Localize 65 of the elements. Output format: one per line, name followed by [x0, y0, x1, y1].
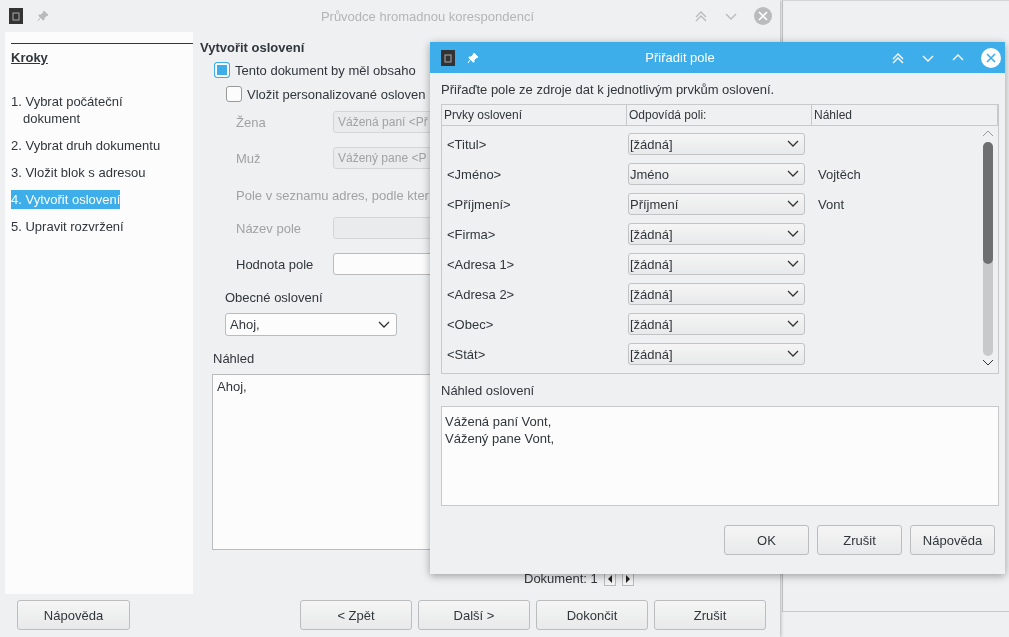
field-label: Žena [236, 114, 267, 130]
nav-button[interactable]: < Zpět [300, 600, 412, 630]
chevron-down-icon [787, 260, 799, 268]
table-cell-text: <Příjmení> [446, 196, 512, 212]
chevron-down-icon [787, 200, 799, 208]
chevron-down-icon [787, 230, 799, 238]
column-header[interactable]: Prvky oslovení [442, 105, 627, 125]
table-cell-text: <Firma> [446, 226, 497, 242]
field-dropdown[interactable]: Příjmení [628, 193, 805, 215]
field-dropdown[interactable]: [žádná] [628, 343, 805, 365]
checkbox-label: Tento dokument by měl obsaho [235, 62, 416, 78]
chevron-down-icon [787, 140, 799, 148]
field-list-label: Pole v seznamu adres, podle kter [236, 188, 429, 203]
preview-label: Náhled [213, 351, 255, 366]
dialog-button[interactable]: Zrušit [817, 525, 902, 555]
general-salutation-label: Obecné oslovení [225, 290, 323, 305]
steps-heading: Kroky [11, 50, 48, 65]
table-cell-text: <Adresa 2> [446, 286, 516, 302]
document-icon [9, 8, 23, 24]
keep-above-icon[interactable] [694, 9, 708, 23]
dialog-button[interactable]: Nápověda [910, 525, 995, 555]
help-button[interactable]: Nápověda [17, 600, 130, 630]
field-dropdown[interactable]: [žádná] [628, 223, 805, 245]
step-item[interactable]: 3. Vložit blok s adresou [11, 163, 146, 182]
step-item[interactable]: 1. Vybrat počáteční dokument [11, 92, 163, 128]
window-title: Průvodce hromadnou korespondencí [319, 8, 536, 24]
checkbox[interactable] [214, 62, 230, 78]
pin-icon[interactable] [37, 10, 49, 22]
table-cell: Vont [818, 196, 845, 212]
chevron-down-icon [787, 290, 799, 298]
field-dropdown[interactable]: [žádná] [628, 313, 805, 335]
column-header[interactable]: Odpovídá poli: [627, 105, 812, 125]
table-cell-text: <Obec> [446, 316, 495, 332]
nav-button[interactable]: Další > [418, 600, 530, 630]
instruction-text: Přiřaďte pole ze zdroje dat k jednotlivým prvkům oslovení. [441, 82, 775, 97]
column-header[interactable]: Náhled [812, 105, 998, 125]
field-dropdown[interactable]: [žádná] [628, 133, 805, 155]
dialog-title: Přiřadit pole [644, 50, 716, 65]
nav-button[interactable]: Dokončit [536, 600, 648, 630]
checkbox[interactable] [226, 86, 242, 102]
table-cell-text: <Adresa 1> [446, 256, 516, 272]
chevron-down-icon [787, 170, 799, 178]
document-icon [441, 49, 455, 66]
step-item[interactable]: 5. Upravit rozvržení [11, 217, 124, 236]
chevron-down-icon [378, 320, 390, 329]
field-dropdown[interactable]: [žádná] [628, 253, 805, 275]
table-cell-text: <Stát> [446, 346, 487, 362]
table-cell: Vojtěch [818, 166, 861, 182]
salutation-dropdown[interactable]: Ahoj, [225, 313, 397, 336]
checkbox-label: Vložit personalizované osloven [247, 86, 426, 102]
dialog-button[interactable]: OK [724, 525, 809, 555]
chevron-down-icon [787, 320, 799, 328]
field-label: Muž [236, 150, 262, 166]
section-title: Vytvořit oslovení [200, 40, 305, 55]
chevron-down-icon [787, 350, 799, 358]
field-dropdown[interactable]: Jméno [628, 163, 805, 185]
table-cell-text: <Jméno> [446, 166, 503, 182]
close-icon[interactable] [754, 7, 772, 25]
nav-button[interactable]: Zrušit [654, 600, 766, 630]
field-dropdown[interactable]: [žádná] [628, 283, 805, 305]
document-counter: Dokument: 1 [524, 571, 598, 586]
close-icon[interactable] [981, 47, 1001, 68]
field-label: Hodnota pole [236, 256, 315, 272]
step-item[interactable]: 2. Vybrat druh dokumentu [11, 136, 161, 155]
field-label: Název pole [236, 220, 303, 236]
